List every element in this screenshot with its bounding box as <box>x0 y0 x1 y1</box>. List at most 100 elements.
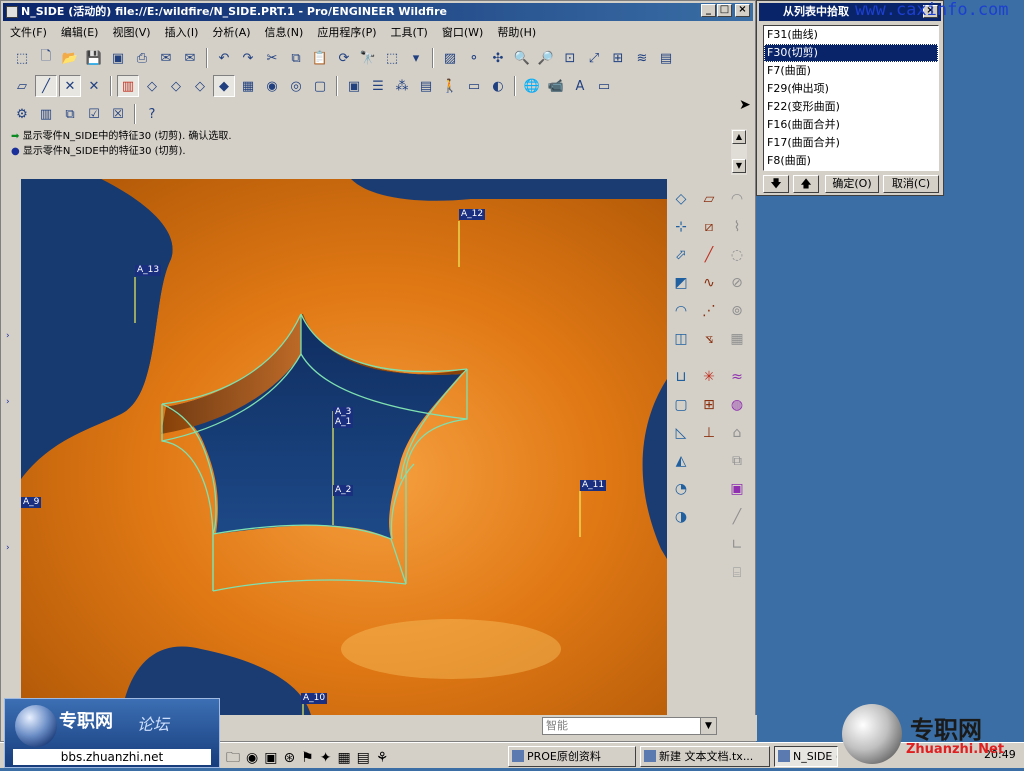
menu-item[interactable]: 分析(A) <box>205 23 257 43</box>
thicken-icon[interactable]: ∟ <box>725 533 749 557</box>
model-tree-icon[interactable]: ▦ <box>237 75 259 97</box>
menu-item[interactable]: 信息(N) <box>258 23 311 43</box>
selection-filter-select[interactable]: 智能 ▼ <box>542 717 717 735</box>
datum-label-a12[interactable]: A_12 <box>459 209 486 220</box>
undo-icon[interactable]: ↶ <box>213 47 235 69</box>
datum-label-a2[interactable]: A_2 <box>333 485 354 496</box>
pick-list-item[interactable]: F7(曲面) <box>764 62 938 80</box>
menu-item[interactable]: 插入(I) <box>158 23 206 43</box>
menu-item[interactable]: 编辑(E) <box>54 23 106 43</box>
email-attach-icon[interactable]: ✉ <box>179 47 201 69</box>
datum-plane-tool-icon[interactable]: ◇ <box>669 187 693 211</box>
extend-icon[interactable]: ╱ <box>725 505 749 529</box>
pattern-icon[interactable]: ▦ <box>725 327 749 351</box>
shading-color-icon[interactable]: ▥ <box>117 75 139 97</box>
boundary-blend-icon[interactable]: ◍ <box>725 393 749 417</box>
view-manager-icon[interactable]: ▤ <box>655 47 677 69</box>
open-folder-icon[interactable]: 📂 <box>59 47 81 69</box>
new-file-icon[interactable]: 🗋 <box>35 47 57 69</box>
zoom-in-icon[interactable]: 🔍 <box>511 47 533 69</box>
mirror-icon[interactable]: ⌇ <box>725 215 749 239</box>
close-window-icon[interactable]: ☒ <box>107 103 129 125</box>
menu-item[interactable]: 窗口(W) <box>435 23 490 43</box>
paste-icon[interactable]: 📋 <box>309 47 331 69</box>
camera-icon[interactable]: 📹 <box>545 75 567 97</box>
text-tool-icon[interactable]: A <box>569 75 591 97</box>
revolve-icon[interactable]: ◠ <box>669 299 693 323</box>
save-icon[interactable]: 💾 <box>83 47 105 69</box>
reorient-icon[interactable]: ⤢ <box>583 47 605 69</box>
cut-icon[interactable]: ✂ <box>261 47 283 69</box>
scene-icon[interactable]: ◎ <box>285 75 307 97</box>
message-scrollbar[interactable]: ▲ ▼ <box>731 129 747 175</box>
scroll-up-icon[interactable]: ▲ <box>732 130 746 144</box>
graph-icon[interactable]: ⦪ <box>697 327 721 351</box>
minimize-button[interactable]: _ <box>701 4 716 17</box>
no-hidden-icon[interactable]: ◇ <box>189 75 211 97</box>
pick-list-item[interactable]: F31(曲线) <box>764 26 938 44</box>
display-style-icon[interactable]: ▢ <box>309 75 331 97</box>
datum-label-a1[interactable]: A_1 <box>333 417 354 428</box>
merge-icon[interactable]: ◌ <box>725 243 749 267</box>
chamfer-icon[interactable]: ◔ <box>669 477 693 501</box>
pick-list-item[interactable]: F29(伸出项) <box>764 80 938 98</box>
left-collapse-icon[interactable]: › <box>6 543 10 553</box>
pick-list-item[interactable]: F16(曲面合并) <box>764 116 938 134</box>
task-proe-data[interactable]: PROE原创资料 <box>508 746 636 767</box>
family-table-icon[interactable]: ▤ <box>415 75 437 97</box>
saved-views-icon[interactable]: ⊞ <box>607 47 629 69</box>
datum-offset-icon[interactable]: ◠ <box>725 187 749 211</box>
extrude-icon[interactable]: ◩ <box>669 271 693 295</box>
select-tool-icon[interactable]: ⬚ <box>11 47 33 69</box>
zoom-out-icon[interactable]: 🔎 <box>535 47 557 69</box>
shading-icon[interactable]: ◆ <box>213 75 235 97</box>
close-button[interactable]: × <box>735 4 750 17</box>
datum-label-a13[interactable]: A_13 <box>135 265 162 276</box>
wireframe-icon[interactable]: ◇ <box>141 75 163 97</box>
datum-point-tool-icon[interactable]: ⬀ <box>669 243 693 267</box>
datum-label-a11[interactable]: A_11 <box>580 480 607 491</box>
email-icon[interactable]: ✉ <box>155 47 177 69</box>
globe-web-icon[interactable]: 🌐 <box>521 75 543 97</box>
save-copy-icon[interactable]: ▣ <box>107 47 129 69</box>
scroll-down-icon[interactable]: ▼ <box>732 159 746 173</box>
move-up-button[interactable]: 🡅 <box>793 175 819 193</box>
analysis-icon[interactable]: ▭ <box>463 75 485 97</box>
datum-label-a10[interactable]: A_10 <box>301 693 328 704</box>
cancel-button[interactable]: 取消(C) <box>883 175 939 193</box>
draft-icon[interactable]: ◺ <box>669 421 693 445</box>
move-down-button[interactable]: 🡇 <box>763 175 789 193</box>
parameters-icon[interactable]: ⁂ <box>391 75 413 97</box>
fill-icon[interactable]: ▣ <box>725 477 749 501</box>
copy-icon[interactable]: ⧉ <box>285 47 307 69</box>
round-icon[interactable]: ◭ <box>669 449 693 473</box>
graphics-viewport[interactable]: A_12 A_13 A_3 A_1 A_2 A_11 A_9 A_10 <box>21 179 667 715</box>
refit-icon[interactable]: ⊡ <box>559 47 581 69</box>
menu-item[interactable]: 应用程序(P) <box>310 23 383 43</box>
pick-list-item[interactable]: F8(曲面) <box>764 152 938 170</box>
layers-icon[interactable]: ≋ <box>631 47 653 69</box>
pick-list-item[interactable]: F22(变形曲面) <box>764 98 938 116</box>
ok-button[interactable]: 确定(O) <box>825 175 879 193</box>
warp-icon[interactable]: ✳ <box>697 365 721 389</box>
menu-item[interactable]: 文件(F) <box>3 23 54 43</box>
datum-curve-icon[interactable]: ⧄ <box>697 215 721 239</box>
find-icon[interactable]: 🔭 <box>357 47 379 69</box>
datum-axis-display-icon[interactable]: ╱ <box>35 75 57 97</box>
maximize-button[interactable]: □ <box>717 4 732 17</box>
confirm-icon[interactable]: ☑ <box>83 103 105 125</box>
surface-merge-icon[interactable]: ⧉ <box>725 449 749 473</box>
style-icon[interactable]: ⌂ <box>725 421 749 445</box>
menu-item[interactable]: 工具(T) <box>384 23 435 43</box>
pick-list-item[interactable]: F30(切剪) <box>764 44 938 62</box>
datum-label-a9[interactable]: A_9 <box>21 497 42 508</box>
task-notepad[interactable]: 新建 文本文档.tx... <box>640 746 770 767</box>
curve-icon[interactable]: ∿ <box>697 271 721 295</box>
hole-icon[interactable]: ⊔ <box>669 365 693 389</box>
windows-icon[interactable]: ⧉ <box>59 103 81 125</box>
datum-point-display-icon[interactable]: ✕ <box>59 75 81 97</box>
measure-icon[interactable]: ⊥ <box>697 421 721 445</box>
sweep-icon[interactable]: ⋰ <box>697 299 721 323</box>
hose-icon[interactable]: ◐ <box>487 75 509 97</box>
assembly-icon[interactable]: ▣ <box>343 75 365 97</box>
